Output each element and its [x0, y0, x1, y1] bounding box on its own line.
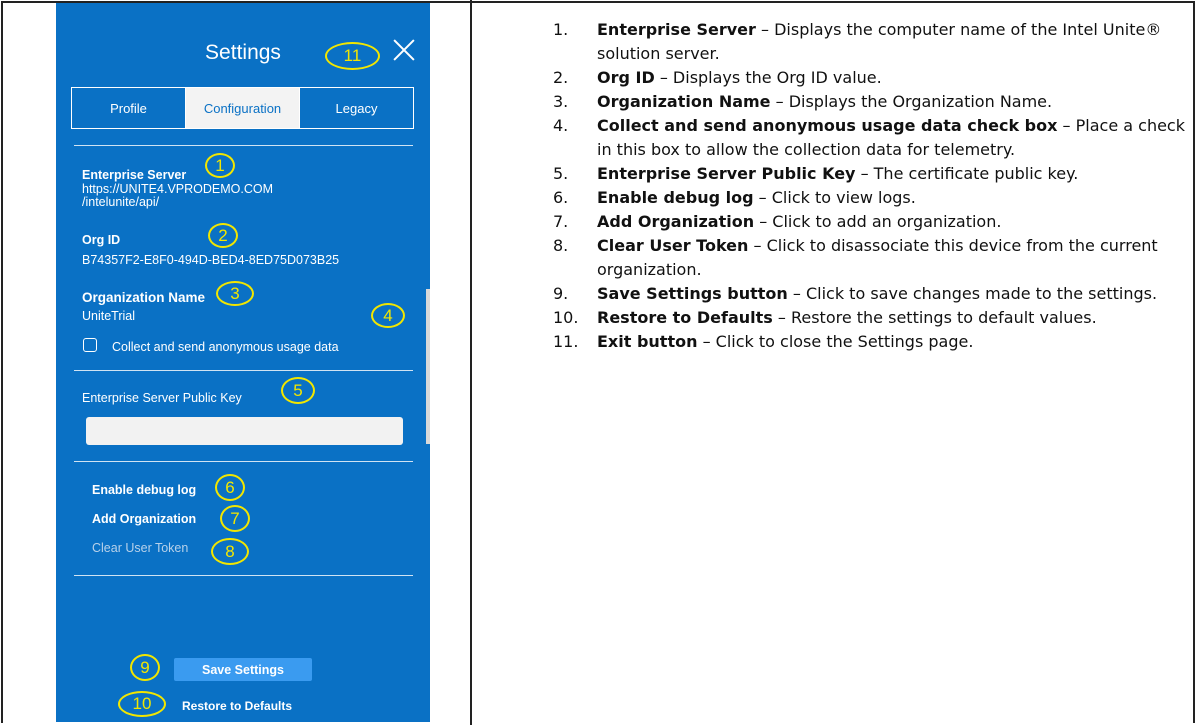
callout-descriptions: 1. Enterprise Server – Displays the compu… [553, 18, 1193, 354]
callout-6: 6 [215, 474, 245, 501]
org-name-label: Organization Name [82, 290, 206, 305]
list-item: 9. Save Settings button – Click to save c… [553, 284, 1158, 303]
public-key-input[interactable] [86, 417, 403, 445]
list-item: 4. Collect and send anonymous usage data … [553, 116, 1185, 159]
enterprise-server-label: Enterprise Server [82, 168, 187, 182]
callout-7: 7 [220, 505, 250, 532]
usage-data-checkbox-label[interactable]: Collect and send anonymous usage data [112, 340, 339, 354]
list-item: 2. Org ID – Displays the Org ID value. [553, 68, 882, 87]
list-item: 3. Organization Name – Displays the Organ… [553, 92, 1053, 111]
list-item: 1. Enterprise Server – Displays the compu… [553, 20, 1162, 63]
org-id-value: B74357F2-E8F0-494D-BED4-8ED75D073B25 [82, 253, 340, 267]
tab-profile[interactable]: Profile [72, 88, 186, 128]
callout-2: 2 [208, 223, 238, 248]
list-item: 6. Enable debug log – Click to view logs. [553, 188, 916, 207]
usage-data-checkbox[interactable] [83, 338, 97, 352]
list-item: 10. Restore to Defaults – Restore the set… [553, 308, 1097, 327]
list-item: 11. Exit button – Click to close the Sett… [553, 332, 974, 351]
callout-11: 11 [325, 42, 380, 70]
tab-legacy[interactable]: Legacy [300, 88, 413, 128]
tab-configuration[interactable]: Configuration [186, 88, 300, 128]
scrollbar[interactable] [426, 289, 430, 444]
settings-tabs: Profile Configuration Legacy [71, 87, 414, 129]
callout-4: 4 [371, 303, 405, 328]
public-key-label: Enterprise Server Public Key [82, 391, 242, 405]
callout-8: 8 [211, 538, 249, 565]
divider [74, 461, 413, 462]
settings-panel: Settings Profile Configuration Legacy En… [56, 3, 430, 722]
add-organization-link[interactable]: Add Organization [92, 512, 196, 526]
org-id-label: Org ID [82, 233, 121, 247]
callout-3: 3 [216, 281, 254, 306]
divider [74, 370, 413, 371]
enterprise-server-value-line2: /intelunite/api/ [82, 195, 160, 209]
enterprise-server-value-line1: https://UNITE4.VPRODEMO.COM [82, 182, 274, 196]
column-divider [470, 0, 472, 725]
org-name-value: UniteTrial [82, 309, 136, 323]
divider [74, 145, 413, 146]
callout-10: 10 [118, 691, 166, 717]
clear-user-token-link[interactable]: Clear User Token [92, 541, 188, 555]
enable-debug-log-link[interactable]: Enable debug log [92, 483, 196, 497]
callout-5: 5 [281, 377, 315, 404]
save-settings-button[interactable]: Save Settings [174, 658, 312, 681]
divider [74, 575, 413, 576]
list-item: 7. Add Organization – Click to add an org… [553, 212, 1002, 231]
callout-9: 9 [130, 654, 160, 681]
list-item: 8. Clear User Token – Click to disassocia… [553, 236, 1158, 279]
list-item: 5. Enterprise Server Public Key – The cer… [553, 164, 1079, 183]
close-icon[interactable] [390, 36, 418, 64]
restore-defaults-link[interactable]: Restore to Defaults [182, 699, 292, 713]
callout-1: 1 [205, 153, 235, 178]
